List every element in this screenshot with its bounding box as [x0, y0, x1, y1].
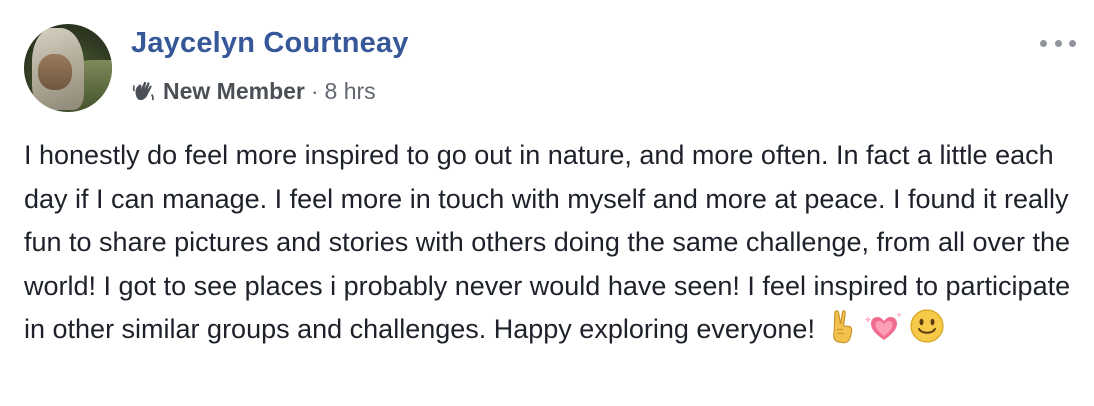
meta-separator: ·: [310, 77, 319, 104]
victory-hand-icon: [833, 310, 853, 344]
menu-dot: [1069, 39, 1076, 47]
member-badge: New Member: [163, 77, 305, 104]
menu-dot: [1054, 39, 1062, 47]
avatar[interactable]: [24, 24, 112, 112]
post-card: Jaycelyn Courtneay New Member · 8 hrs I …: [0, 0, 1094, 406]
smiling-face-icon: [910, 309, 944, 343]
more-options-icon[interactable]: [1040, 36, 1076, 50]
post-timestamp-link[interactable]: 8 hrs: [325, 78, 376, 105]
waving-hand-icon: [132, 81, 154, 101]
post-meta: New Member · 8 hrs: [131, 76, 376, 106]
author-name-link[interactable]: Jaycelyn Courtneay: [131, 27, 409, 60]
sparkling-heart-icon: [864, 312, 902, 340]
menu-dot: [1040, 39, 1047, 47]
post-body: I honestly do feel more inspired to go o…: [24, 134, 1074, 352]
avatar-face: [38, 54, 72, 90]
